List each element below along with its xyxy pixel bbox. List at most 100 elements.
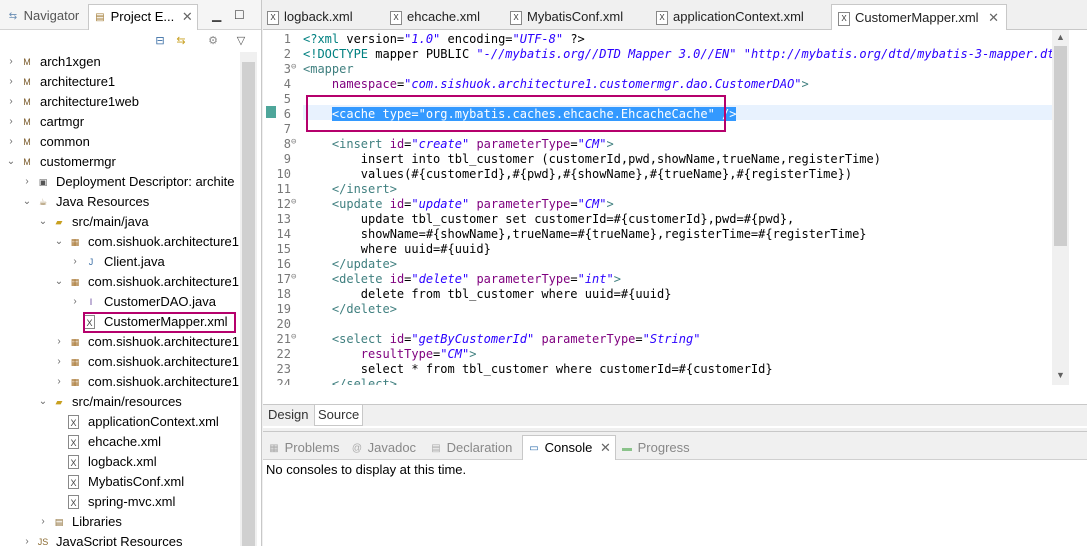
chevron-down-icon[interactable]: ⌄: [6, 152, 16, 172]
tab-source[interactable]: Source: [314, 405, 364, 426]
code-line[interactable]: showName=#{showName},trueName=#{trueName…: [303, 227, 867, 241]
code-line[interactable]: </select>: [303, 377, 397, 385]
tree-item[interactable]: ⌄ ▦ com.sishuok.architecture1: [0, 232, 240, 252]
code-line[interactable]: <!DOCTYPE mapper PUBLIC "-//mybatis.org/…: [303, 47, 1069, 61]
xml-file-icon: X: [838, 11, 850, 26]
code-line[interactable]: update tbl_customer set customerId=#{cus…: [303, 212, 794, 226]
scroll-down-icon[interactable]: ▼: [1052, 370, 1069, 380]
tree-item[interactable]: › ▦ com.sishuok.architecture1: [0, 332, 240, 352]
chevron-down-icon[interactable]: ▽: [234, 34, 248, 48]
chevron-down-icon[interactable]: ⌄: [38, 212, 48, 232]
tree-item[interactable]: ⌄ ▰ src/main/resources: [0, 392, 240, 412]
fold-toggle-icon[interactable]: ⊖: [291, 62, 296, 72]
chevron-right-icon[interactable]: ›: [6, 92, 16, 112]
chevron-right-icon[interactable]: ›: [6, 72, 16, 92]
chevron-right-icon[interactable]: ›: [54, 352, 64, 372]
close-icon[interactable]: ✕: [600, 440, 611, 455]
collapse-all-icon[interactable]: ⊟: [153, 34, 167, 48]
chevron-down-icon[interactable]: ⌄: [54, 272, 64, 292]
chevron-right-icon[interactable]: ›: [70, 252, 80, 272]
maximize-icon[interactable]: ☐: [234, 8, 245, 22]
tree-item[interactable]: › ▣ Deployment Descriptor: archite: [0, 172, 240, 192]
code-line[interactable]: <select id="getByCustomerId" parameterTy…: [303, 332, 701, 346]
code-line[interactable]: <insert id="create" parameterType="CM">: [303, 137, 614, 151]
chevron-right-icon[interactable]: ›: [6, 132, 16, 152]
close-icon[interactable]: ✕: [182, 9, 193, 24]
code-line[interactable]: </insert>: [303, 182, 397, 196]
code-line[interactable]: resultType="CM">: [303, 347, 477, 361]
chevron-down-icon[interactable]: ⌄: [22, 192, 32, 212]
tree-item[interactable]: Xehcache.xml: [0, 432, 240, 452]
chevron-right-icon[interactable]: ›: [6, 52, 16, 72]
minimize-icon[interactable]: ▁: [212, 8, 221, 22]
explorer-scrollbar[interactable]: [240, 52, 257, 546]
tree-item[interactable]: › ▤ Libraries: [0, 512, 240, 532]
code-line[interactable]: insert into tbl_customer (customerId,pwd…: [303, 152, 881, 166]
tree-item[interactable]: › J Client.java: [0, 252, 240, 272]
chevron-right-icon[interactable]: ›: [70, 292, 80, 312]
tab-project-explorer[interactable]: ▤ Project E... ✕: [88, 4, 198, 30]
editor-scrollbar-thumb[interactable]: [1054, 46, 1067, 246]
chevron-down-icon[interactable]: ⌄: [54, 232, 64, 252]
fold-toggle-icon[interactable]: ⊖: [291, 272, 296, 282]
tab-design[interactable]: Design: [265, 405, 311, 426]
tree-item[interactable]: › I CustomerDAO.java: [0, 292, 240, 312]
chevron-down-icon[interactable]: ⌄: [38, 392, 48, 412]
tree-item[interactable]: › Mcartmgr: [0, 112, 240, 132]
tree-item[interactable]: › Mcommon: [0, 132, 240, 152]
tab-declaration[interactable]: ▤ Declaration: [429, 437, 512, 459]
code-line[interactable]: namespace="com.sishuok.architecture1.cus…: [303, 77, 809, 91]
editor-tab-ehcache[interactable]: Xehcache.xml: [390, 4, 480, 30]
tree-item[interactable]: › March1xgen: [0, 52, 240, 72]
code-line[interactable]: values(#{customerId},#{pwd},#{showName},…: [303, 167, 852, 181]
tree-item[interactable]: Xlogback.xml: [0, 452, 240, 472]
tree-item[interactable]: › Marchitecture1: [0, 72, 240, 92]
tree-item[interactable]: XapplicationContext.xml: [0, 412, 240, 432]
package-icon: ▦: [70, 237, 80, 247]
code-line[interactable]: <mapper: [303, 62, 354, 76]
tab-navigator[interactable]: ⇆ Navigator: [6, 5, 79, 27]
tree-item[interactable]: ⌄ ▦ com.sishuok.architecture1: [0, 272, 240, 292]
chevron-right-icon[interactable]: ›: [54, 372, 64, 392]
tree-item[interactable]: ⌄ ☕ Java Resources: [0, 192, 240, 212]
chevron-right-icon[interactable]: ›: [6, 112, 16, 132]
tree-item[interactable]: › ▦ com.sishuok.architecture1: [0, 372, 240, 392]
tab-progress[interactable]: ▬ Progress: [620, 437, 690, 459]
editor-tab-mybatisconf[interactable]: X MybatisConf.xml: [510, 4, 623, 30]
tab-problems[interactable]: ▦ Problems: [267, 437, 339, 459]
code-line[interactable]: </delete>: [303, 302, 397, 316]
code-line[interactable]: delete from tbl_customer where uuid=#{uu…: [303, 287, 672, 301]
editor-tab-applicationcontext[interactable]: XapplicationContext.xml: [656, 4, 804, 30]
close-icon[interactable]: ✕: [988, 10, 999, 25]
editor-tab-customermapper[interactable]: X CustomerMapper.xml ✕: [831, 4, 1007, 30]
code-line[interactable]: <?xml version="1.0" encoding="UTF-8" ?>: [303, 32, 585, 46]
explorer-scrollbar-thumb[interactable]: [242, 62, 255, 546]
fold-toggle-icon[interactable]: ⊖: [291, 332, 296, 342]
tree-item[interactable]: › Marchitecture1web: [0, 92, 240, 112]
code-line[interactable]: <update id="update" parameterType="CM">: [303, 197, 614, 211]
code-line[interactable]: where uuid=#{uuid}: [303, 242, 491, 256]
tree-item[interactable]: ⌄ ▰ src/main/java: [0, 212, 240, 232]
tree-item[interactable]: › ▦ com.sishuok.architecture1: [0, 352, 240, 372]
chevron-right-icon[interactable]: ›: [22, 172, 32, 192]
tab-javadoc[interactable]: @ Javadoc: [350, 437, 416, 459]
editor-tab-logback[interactable]: Xlogback.xml: [267, 4, 353, 30]
tree-item[interactable]: › JS JavaScript Resources: [0, 532, 240, 546]
fold-toggle-icon[interactable]: ⊖: [291, 197, 296, 207]
tree-item[interactable]: X MybatisConf.xml: [0, 472, 240, 492]
chevron-right-icon[interactable]: ›: [22, 532, 32, 546]
scroll-up-icon[interactable]: ▲: [1052, 32, 1069, 42]
chevron-right-icon[interactable]: ›: [54, 332, 64, 352]
code-line[interactable]: </update>: [303, 257, 397, 271]
tree-item[interactable]: Xspring-mvc.xml: [0, 492, 240, 512]
editor-scrollbar[interactable]: ▲ ▼: [1052, 30, 1069, 385]
chevron-right-icon[interactable]: ›: [38, 512, 48, 532]
source-code-view[interactable]: 1 <?xml version="1.0" encoding="UTF-8" ?>…: [263, 30, 1069, 385]
link-with-editor-icon[interactable]: ⇆: [174, 34, 188, 48]
tab-console[interactable]: ▭ Console ✕: [522, 435, 616, 460]
code-line[interactable]: select * from tbl_customer where custome…: [303, 362, 773, 376]
code-line[interactable]: <delete id="delete" parameterType="int">: [303, 272, 621, 286]
fold-toggle-icon[interactable]: ⊖: [291, 137, 296, 147]
tree-item[interactable]: ⌄ Mcustomermgr: [0, 152, 240, 172]
view-menu-icon[interactable]: ⚙: [206, 34, 220, 48]
